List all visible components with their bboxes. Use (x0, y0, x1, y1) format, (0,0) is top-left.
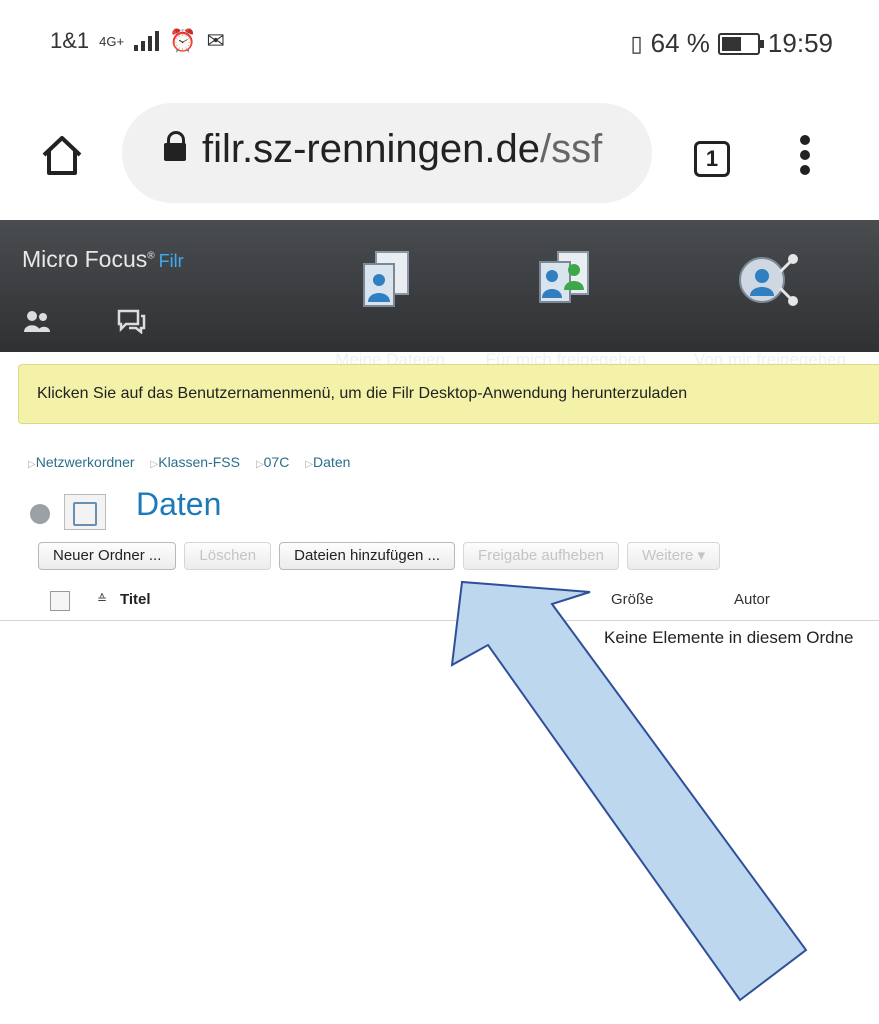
address-bar[interactable]: filr.sz-renningen.de/ssf (122, 103, 652, 203)
empty-folder-message: Keine Elemente in diesem Ordne (604, 628, 854, 647)
lock-icon (164, 131, 186, 161)
page-title: Daten (136, 486, 222, 522)
column-author[interactable]: Autor (734, 591, 770, 608)
app-header: Micro Focus® Filr Meine Dateien Für mich … (0, 220, 879, 369)
browser-toolbar: filr.sz-renningen.de/ssf 1 (0, 95, 879, 215)
sort-icon[interactable]: ≙ (97, 592, 107, 606)
add-files-button[interactable]: Dateien hinzufügen ... (279, 542, 456, 570)
vibrate-icon: ▯ (630, 30, 643, 56)
download-banner: Klicken Sie auf das Benutzernamenmenü, u… (18, 364, 879, 424)
home-icon[interactable] (40, 133, 84, 177)
clock: 19:59 (767, 28, 833, 58)
more-button[interactable]: Weitere ▾ (626, 542, 721, 570)
breadcrumb: Netzwerkordner Klassen-FSS 07C Daten (28, 454, 351, 470)
brand-product: Filr (158, 251, 184, 271)
status-bar: 1&1 4G+ ⏰ ✉ ▯ 64 % 19:59 (0, 0, 879, 95)
signal-icon (134, 31, 160, 51)
shared-with-me-icon (539, 251, 589, 303)
status-right: ▯ 64 % 19:59 (631, 28, 833, 59)
url-path: /ssf (539, 127, 603, 171)
alarm-icon: ⏰ (169, 28, 197, 53)
expand-icon[interactable] (30, 504, 50, 524)
breadcrumb-item[interactable]: Netzwerkordner (28, 454, 135, 470)
column-size[interactable]: Größe (611, 591, 654, 608)
shared-by-me-icon (739, 254, 798, 306)
comments-icon[interactable] (116, 308, 146, 334)
battery-percent: 64 % (650, 28, 710, 58)
table-header: ≙ Titel Größe Autor (0, 582, 879, 621)
url-text[interactable]: filr.sz-renningen.de/ssf (202, 127, 602, 172)
banner-text: Klicken Sie auf das Benutzernamenmenü, u… (37, 385, 688, 402)
carrier-label: 1&1 (50, 28, 90, 53)
url-host: filr.sz-renningen.de (202, 127, 540, 171)
mail-icon: ✉ (206, 28, 225, 53)
brand-name: Micro Focus (22, 246, 148, 272)
breadcrumb-item[interactable]: 07C (256, 454, 290, 470)
battery-fill (721, 36, 742, 51)
unshare-button[interactable]: Freigabe aufheben (463, 542, 619, 570)
network-type: 4G+ (99, 33, 125, 49)
breadcrumb-item[interactable]: Klassen-FSS (151, 454, 240, 470)
overflow-menu-icon[interactable] (800, 135, 812, 180)
breadcrumb-item[interactable]: Daten (305, 454, 350, 470)
folder-toolbar: Neuer Ordner ... Löschen Dateien hinzufü… (38, 542, 721, 570)
brand-logo: Micro Focus® Filr (22, 246, 184, 272)
folder-icon (64, 494, 106, 530)
my-files-icon (363, 251, 409, 307)
battery-icon (717, 32, 764, 55)
delete-button[interactable]: Löschen (184, 542, 272, 570)
select-all-checkbox[interactable] (50, 591, 70, 611)
new-folder-button[interactable]: Neuer Ordner ... (38, 542, 177, 570)
tab-switcher-button[interactable]: 1 (694, 141, 730, 177)
column-title[interactable]: Titel (120, 591, 151, 608)
status-left: 1&1 4G+ ⏰ ✉ (50, 28, 225, 54)
users-icon[interactable] (22, 308, 52, 334)
